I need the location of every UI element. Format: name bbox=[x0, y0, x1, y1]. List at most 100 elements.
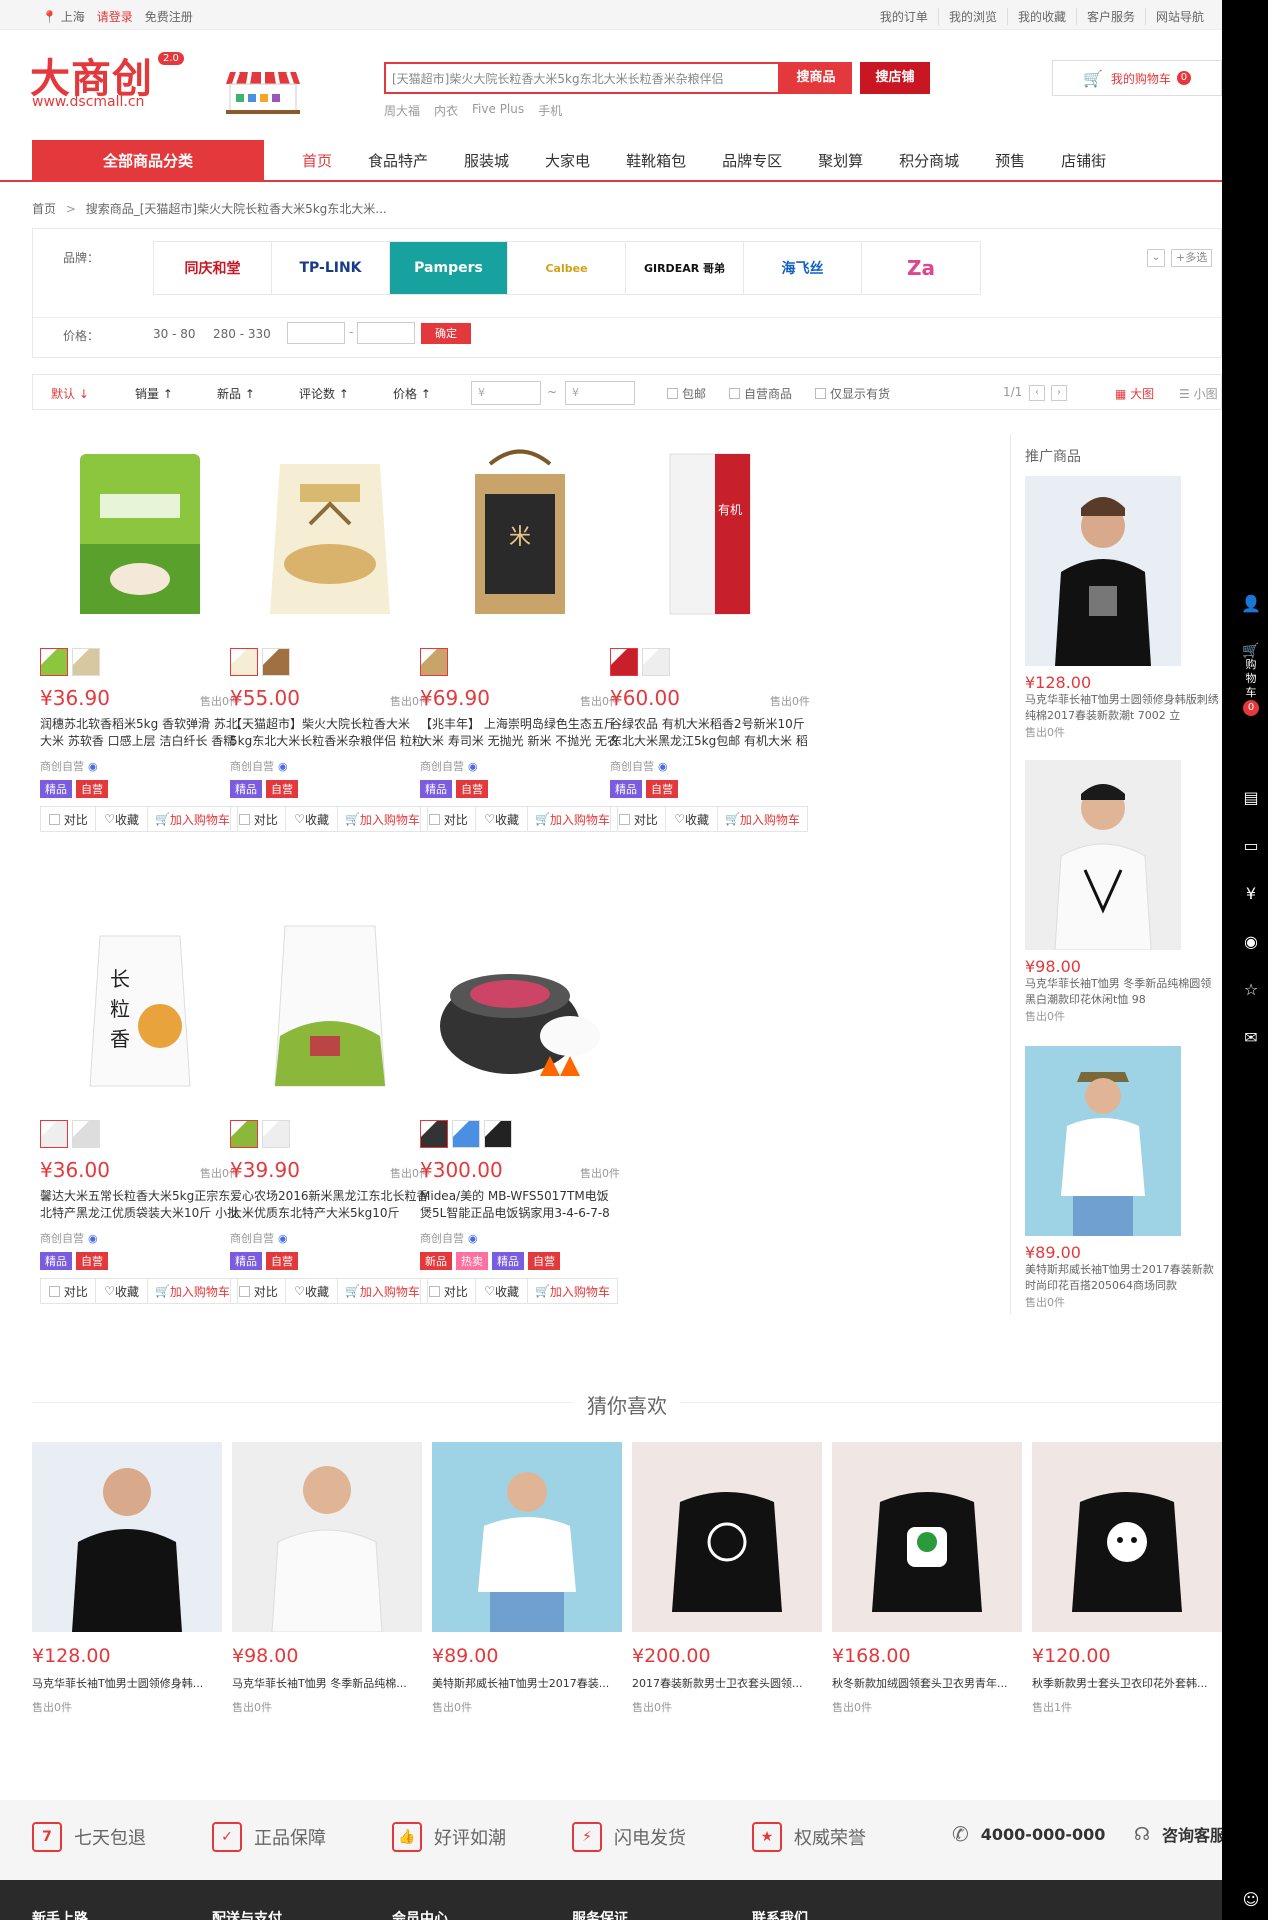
location[interactable]: 📍 上海 bbox=[42, 8, 85, 25]
product-thumbnail[interactable] bbox=[72, 1120, 100, 1148]
self-run-checkbox[interactable]: 自营商品 bbox=[729, 385, 792, 402]
product-thumbnail[interactable] bbox=[262, 648, 290, 676]
shop-name[interactable]: 商创自营 bbox=[420, 758, 464, 774]
nav-item[interactable]: 聚划算 bbox=[800, 140, 881, 182]
recommend-name[interactable]: 马克华菲长袖T恤男士圆领修身韩版刺绣纯棉2017春装新款潮t 7002 立 bbox=[1025, 692, 1221, 724]
recommend-name[interactable]: 美特斯邦威长袖T恤男士2017春装新款时尚印花百搭205064商场同款 bbox=[1025, 1262, 1221, 1294]
product-image[interactable] bbox=[432, 1442, 622, 1632]
favorite-button[interactable]: ♡ 收藏 bbox=[286, 1279, 338, 1303]
multi-select-button[interactable]: +多选 bbox=[1171, 249, 1213, 267]
product-name[interactable]: Midea/美的 MB-WFS5017TM电饭煲5L智能正品电饭锅家用3-4-6… bbox=[420, 1188, 620, 1222]
product-image[interactable]: 长粒香 bbox=[40, 906, 240, 1106]
price-min-input[interactable] bbox=[287, 322, 345, 344]
guess-name[interactable]: 2017春装新款男士卫衣套头圆领... bbox=[632, 1675, 822, 1691]
product-image[interactable] bbox=[1025, 760, 1181, 951]
favorite-button[interactable]: ♡ 收藏 bbox=[476, 807, 528, 831]
customer-service-link[interactable]: 客户服务 bbox=[1075, 8, 1145, 25]
price-max-input[interactable] bbox=[357, 322, 415, 344]
compare-button[interactable]: 对比 bbox=[231, 1279, 287, 1303]
guess-name[interactable]: 美特斯邦威长袖T恤男士2017春装... bbox=[432, 1675, 622, 1691]
price-confirm-button[interactable]: 确定 bbox=[421, 323, 471, 344]
product-name[interactable]: 【兆丰年】 上海崇明岛绿色生态五斤大米 寿司米 无抛光 新米 不抛光 无农药 bbox=[420, 716, 620, 750]
guess-item[interactable]: ¥120.00 秋季新款男士套头卫衣印花外套韩... 售出1件 bbox=[1032, 1442, 1222, 1715]
shop-awning-icon[interactable] bbox=[224, 68, 302, 116]
nav-item[interactable]: 服装城 bbox=[446, 140, 527, 182]
breadcrumb-home[interactable]: 首页 bbox=[32, 202, 56, 216]
product-thumbnail[interactable] bbox=[484, 1120, 512, 1148]
recommend-item[interactable]: ¥98.00 马克华菲长袖T恤男 冬季新品纯棉圆领黑白潮款印花休闲t恤 98 售… bbox=[1025, 760, 1221, 1024]
recommend-item[interactable]: ¥89.00 美特斯邦威长袖T恤男士2017春装新款时尚印花百搭205064商场… bbox=[1025, 1046, 1221, 1310]
favorite-button[interactable]: ♡ 收藏 bbox=[666, 807, 718, 831]
view-small-button[interactable]: ☰ 小图 bbox=[1179, 385, 1218, 402]
hotword[interactable]: 周大福 bbox=[384, 102, 420, 119]
my-favorites-link[interactable]: 我的收藏 bbox=[1006, 8, 1076, 25]
free-shipping-checkbox[interactable]: 包邮 bbox=[667, 385, 706, 402]
compare-button[interactable]: 对比 bbox=[611, 807, 667, 831]
shop-name[interactable]: 商创自营 bbox=[420, 1230, 464, 1246]
search-input[interactable]: [天猫超市]柴火大院长粒香大米5kg东北大米长粒香米杂粮伴侣 bbox=[384, 62, 780, 94]
product-card[interactable]: ¥55.00 售出0件 【天猫超市】柴火大院长粒香大米5kg东北大米长粒香米杂粮… bbox=[230, 434, 430, 832]
add-to-cart-button[interactable]: 🛒 加入购物车 bbox=[148, 1279, 237, 1303]
product-name[interactable]: 馨达大米五常长粒香大米5kg正宗东北特产黑龙江优质袋装大米10斤 小批量碾 bbox=[40, 1188, 240, 1222]
product-image[interactable] bbox=[1025, 1046, 1181, 1236]
product-card[interactable]: ¥36.90 售出0件 润穗苏北软香稻米5kg 香软弹滑 苏北大米 苏软香 口感… bbox=[40, 434, 240, 832]
product-thumbnail[interactable] bbox=[420, 1120, 448, 1148]
cart-button[interactable]: 🛒 我的购物车 0 bbox=[1052, 60, 1222, 96]
product-card[interactable]: 有机 ¥60.00 售出0件 谷绿农品 有机大米稻香2号新米10斤东北大米黑龙江… bbox=[610, 434, 810, 832]
product-name[interactable]: 润穗苏北软香稻米5kg 香软弹滑 苏北大米 苏软香 口感上层 洁白纤长 香糯可口 bbox=[40, 716, 240, 750]
product-image[interactable] bbox=[1025, 476, 1181, 666]
product-image[interactable] bbox=[230, 434, 430, 634]
sort-sales[interactable]: 销量 ↑ bbox=[135, 385, 173, 402]
brand-item[interactable]: Calbee bbox=[508, 242, 626, 294]
compare-button[interactable]: 对比 bbox=[421, 1279, 477, 1303]
product-card[interactable]: ¥300.00 售出0件 Midea/美的 MB-WFS5017TM电饭煲5L智… bbox=[420, 906, 620, 1304]
consult-service[interactable]: ☊ 咨询客服 bbox=[1134, 1822, 1226, 1846]
sort-default[interactable]: 默认 ↓ bbox=[51, 385, 89, 402]
search-goods-button[interactable]: 搜商品 bbox=[780, 62, 852, 94]
guess-item[interactable]: ¥128.00 马克华菲长袖T恤男士圆领修身韩... 售出0件 bbox=[32, 1442, 222, 1715]
nav-item[interactable]: 预售 bbox=[977, 140, 1043, 182]
product-image[interactable] bbox=[40, 434, 240, 634]
guess-name[interactable]: 马克华菲长袖T恤男士圆领修身韩... bbox=[32, 1675, 222, 1691]
nav-item-home[interactable]: 首页 bbox=[284, 140, 350, 182]
hotword[interactable]: 内衣 bbox=[434, 102, 458, 119]
view-large-button[interactable]: ▦ 大图 bbox=[1115, 385, 1154, 402]
product-card[interactable]: 米 ¥69.90 售出0件 【兆丰年】 上海崇明岛绿色生态五斤大米 寿司米 无抛… bbox=[420, 434, 620, 832]
favorite-button[interactable]: ♡ 收藏 bbox=[96, 1279, 148, 1303]
nav-item[interactable]: 积分商城 bbox=[881, 140, 977, 182]
chat-icon[interactable]: ◉ bbox=[658, 760, 668, 773]
nav-item[interactable]: 品牌专区 bbox=[704, 140, 800, 182]
chat-icon[interactable]: ◉ bbox=[468, 760, 478, 773]
site-nav-link[interactable]: 网站导航 bbox=[1144, 8, 1214, 25]
hotword[interactable]: 手机 bbox=[538, 102, 562, 119]
add-to-cart-button[interactable]: 🛒 加入购物车 bbox=[338, 807, 427, 831]
my-history-link[interactable]: 我的浏览 bbox=[937, 8, 1007, 25]
chat-icon[interactable]: ◉ bbox=[88, 760, 98, 773]
favorite-button[interactable]: ♡ 收藏 bbox=[286, 807, 338, 831]
add-to-cart-button[interactable]: 🛒 加入购物车 bbox=[528, 807, 617, 831]
brand-item[interactable]: Za bbox=[862, 242, 980, 294]
nav-item[interactable]: 食品特产 bbox=[350, 140, 446, 182]
nav-item[interactable]: 大家电 bbox=[527, 140, 608, 182]
guess-name[interactable]: 秋季新款男士套头卫衣印花外套韩... bbox=[1032, 1675, 1222, 1691]
shop-name[interactable]: 商创自营 bbox=[40, 758, 84, 774]
product-image[interactable] bbox=[420, 906, 620, 1106]
shop-name[interactable]: 商创自营 bbox=[40, 1230, 84, 1246]
nav-item[interactable]: 鞋靴箱包 bbox=[608, 140, 704, 182]
product-image[interactable] bbox=[232, 1442, 422, 1633]
sort-new[interactable]: 新品 ↑ bbox=[217, 385, 255, 402]
compare-button[interactable]: 对比 bbox=[421, 807, 477, 831]
my-orders-link[interactable]: 我的订单 bbox=[870, 8, 938, 25]
guess-item[interactable]: ¥200.00 2017春装新款男士卫衣套头圆领... 售出0件 bbox=[632, 1442, 822, 1715]
product-thumbnail[interactable] bbox=[230, 1120, 258, 1148]
product-image[interactable] bbox=[230, 906, 430, 1106]
product-thumbnail[interactable] bbox=[262, 1120, 290, 1148]
chevron-down-icon[interactable]: ⌄ bbox=[1147, 249, 1165, 267]
compare-button[interactable]: 对比 bbox=[41, 807, 97, 831]
in-stock-checkbox[interactable]: 仅显示有货 bbox=[815, 385, 890, 402]
chat-icon[interactable]: ◉ bbox=[278, 1232, 288, 1245]
shop-name[interactable]: 商创自营 bbox=[230, 758, 274, 774]
product-image[interactable] bbox=[32, 1442, 222, 1632]
brand-item[interactable]: Pampers bbox=[390, 242, 508, 294]
all-categories-button[interactable]: 全部商品分类 bbox=[32, 140, 264, 182]
